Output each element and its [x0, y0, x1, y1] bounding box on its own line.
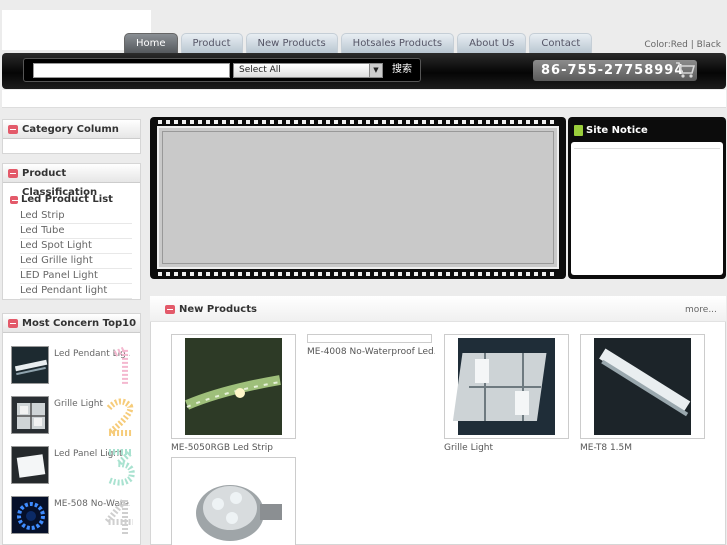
product-classification-header[interactable]: Product Classification: [3, 164, 140, 198]
collapse-icon[interactable]: [8, 169, 18, 178]
product-name[interactable]: ME-4008 No-Waterproof Led...: [307, 347, 435, 357]
search-input[interactable]: [33, 63, 230, 78]
sidebar-item-led-spot-light[interactable]: Led Spot Light: [20, 239, 132, 254]
color-separator: |: [690, 40, 694, 50]
tab-new-products[interactable]: New Products: [245, 33, 338, 53]
product-image[interactable]: [580, 334, 705, 439]
sidebar-item-led-panel-light[interactable]: LED Panel Light: [20, 269, 132, 284]
product-image[interactable]: [444, 334, 569, 439]
product-thumbnail[interactable]: [11, 446, 49, 484]
category-column-header[interactable]: Category Column: [3, 120, 140, 139]
collapse-icon[interactable]: [165, 305, 175, 314]
rank-1-icon: [113, 346, 128, 384]
banner-slideshow[interactable]: [157, 126, 559, 269]
site-notice-body: [571, 142, 723, 275]
top10-title: Most Concern Top10: [22, 318, 137, 329]
category-select-value: Select All: [239, 65, 281, 75]
more-link[interactable]: more...: [685, 305, 717, 315]
color-red-link[interactable]: Red: [671, 40, 688, 50]
notice-icon: [574, 125, 583, 136]
color-black-link[interactable]: Black: [697, 40, 721, 50]
led-product-list-label: Led Product List: [21, 194, 113, 205]
category-column-title: Category Column: [22, 124, 119, 135]
product-thumbnail[interactable]: [11, 346, 49, 384]
product-name[interactable]: ME-5050RGB Led Strip: [171, 443, 299, 453]
top10-header[interactable]: Most Concern Top10: [3, 314, 140, 333]
main-nav: Home Product New Products Hotsales Produ…: [124, 33, 595, 53]
top10-item[interactable]: Led Pendant Lig...: [11, 346, 137, 386]
rank-4-icon: [103, 496, 133, 534]
new-products-title: New Products: [179, 304, 257, 315]
sidebar-item-led-pendant-light[interactable]: Led Pendant light: [20, 284, 132, 299]
tab-about-us[interactable]: About Us: [457, 33, 527, 53]
tab-product[interactable]: Product: [180, 33, 243, 53]
phone-number: 86-755-27758994: [533, 60, 697, 81]
collapse-icon[interactable]: [8, 125, 18, 134]
rank-2-icon: [103, 398, 134, 436]
led-product-list-title[interactable]: Led Product List: [10, 194, 113, 205]
product-image[interactable]: [307, 334, 432, 343]
color-label: Color:: [644, 40, 671, 50]
tab-home[interactable]: Home: [124, 33, 178, 53]
cart-icon[interactable]: [675, 61, 695, 79]
collapse-icon[interactable]: [8, 319, 18, 328]
search-button[interactable]: 搜索: [386, 61, 418, 79]
color-switcher: Color:Red | Black: [644, 40, 721, 50]
site-notice-header: Site Notice: [572, 122, 722, 140]
sidebar-item-led-grille-light[interactable]: Led Grille light: [20, 254, 132, 269]
category-select[interactable]: Select All ▼: [233, 63, 383, 78]
sidebar-item-led-strip[interactable]: Led Strip: [20, 209, 132, 224]
site-notice-title: Site Notice: [586, 125, 648, 136]
product-thumbnail[interactable]: [11, 396, 49, 434]
product-thumbnail[interactable]: [11, 496, 49, 534]
rank-3-icon: [107, 449, 137, 486]
product-image[interactable]: [171, 334, 296, 439]
category-column-panel: Category Column: [2, 119, 141, 154]
film-perforation-bottom: [158, 272, 558, 276]
tab-hotsales-products[interactable]: Hotsales Products: [340, 33, 455, 53]
product-name[interactable]: ME-T8 1.5M: [580, 443, 708, 453]
top10-item[interactable]: ME-508 No-Wate...: [11, 496, 137, 536]
sidebar-item-led-tube[interactable]: Led Tube: [20, 224, 132, 239]
tab-contact[interactable]: Contact: [529, 33, 593, 53]
top10-item[interactable]: Grille Light: [11, 396, 137, 436]
film-perforation-top: [158, 120, 558, 124]
header-strip: [2, 90, 726, 108]
product-name[interactable]: Grille Light: [444, 443, 572, 453]
collapse-icon[interactable]: [10, 196, 18, 204]
product-image[interactable]: [171, 457, 296, 545]
top10-item[interactable]: Led Panel Light: [11, 446, 137, 486]
chevron-down-icon[interactable]: ▼: [369, 64, 382, 77]
